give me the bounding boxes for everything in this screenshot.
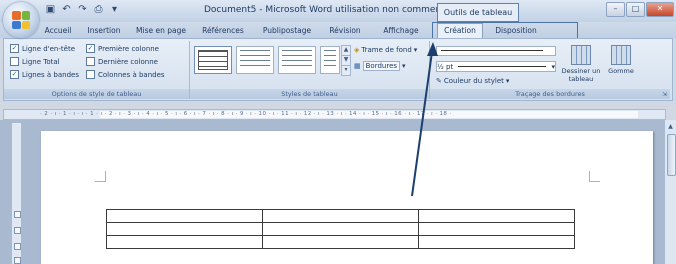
eraser-icon xyxy=(611,45,631,65)
office-logo-icon xyxy=(12,11,30,29)
checkbox-icon xyxy=(86,70,95,79)
shading-button[interactable]: ◈ Trame de fond ▾ xyxy=(354,46,417,54)
vertical-ruler[interactable] xyxy=(11,123,22,264)
option-banded-rows[interactable]: ✓ Lignes à bandes xyxy=(10,70,79,79)
table-row xyxy=(106,222,575,236)
tab-publipostage[interactable]: Publipostage xyxy=(258,24,316,38)
tab-mise-en-page[interactable]: Mise en page xyxy=(133,24,189,38)
table-style-light[interactable] xyxy=(236,46,274,74)
table-cell[interactable] xyxy=(106,235,263,249)
redo-icon[interactable]: ↷ xyxy=(76,3,89,16)
table-cell[interactable] xyxy=(106,209,263,223)
pen-icon: ✎ xyxy=(436,77,442,85)
maximize-button[interactable]: □ xyxy=(626,2,645,17)
context-tab-title: Outils de tableau xyxy=(437,3,519,22)
option-last-column[interactable]: Dernière colonne xyxy=(86,57,158,66)
scroll-up-icon[interactable]: ▲ xyxy=(666,122,675,131)
table-cell[interactable] xyxy=(106,222,263,236)
option-header-row[interactable]: ✓ Ligne d'en-tête xyxy=(10,44,75,53)
close-button[interactable]: ✕ xyxy=(646,2,674,17)
line-weight-dropdown[interactable]: ½ pt ▾ xyxy=(436,61,556,72)
dropdown-arrow-icon: ▾ xyxy=(505,77,510,85)
window-title: Document5 - Microsoft Word utilisation n… xyxy=(204,5,460,15)
tab-references[interactable]: Références xyxy=(197,24,249,38)
quick-access-toolbar: ▣ ↶ ↷ ⎙ ▾ xyxy=(44,3,121,16)
table-cell[interactable] xyxy=(418,209,575,223)
customize-icon[interactable]: ▾ xyxy=(108,3,121,16)
table-style-partial[interactable] xyxy=(320,46,340,74)
table-style-options-group: ✓ Ligne d'en-tête ✓ Première colonne Ligne… xyxy=(4,41,190,99)
line-style-dropdown[interactable] xyxy=(436,46,556,56)
group-label: Traçage des bordures xyxy=(430,89,670,99)
group-label: Options de style de tableau xyxy=(4,89,189,99)
table-cell[interactable] xyxy=(262,209,419,223)
option-banded-columns[interactable]: Colonnes à bandes xyxy=(86,70,165,79)
vertical-scrollbar[interactable]: ▲ xyxy=(664,120,676,264)
borders-button[interactable]: ▦ Bordures ▾ xyxy=(354,61,406,71)
minimize-button[interactable]: – xyxy=(606,2,625,17)
table-row xyxy=(106,209,575,223)
paint-bucket-icon: ◈ xyxy=(354,46,360,54)
horizontal-ruler[interactable]: · 2 · ı · 1 · ı · ı · 1 · ı · 2 · ı · 3 … xyxy=(3,109,666,120)
table-styles-group: ▲ ▼ ▾ ◈ Trame de fond ▾ ▦ Bordures ▾ Styles … xyxy=(190,41,430,99)
table-row xyxy=(106,235,575,249)
gallery-more-icon[interactable]: ▾ xyxy=(341,65,351,76)
dropdown-arrow-icon: ▾ xyxy=(551,62,555,71)
table-cell[interactable] xyxy=(262,222,419,236)
table-cell[interactable] xyxy=(262,235,419,249)
borders-icon: ▦ xyxy=(354,62,361,70)
table-cell[interactable] xyxy=(418,222,575,236)
eraser-button[interactable]: Gomme xyxy=(606,45,636,75)
draw-table-icon xyxy=(571,45,591,65)
document-table[interactable] xyxy=(106,209,575,249)
word-window: ▣ ↶ ↷ ⎙ ▾ Document5 - Microsoft Word uti… xyxy=(0,0,676,264)
ruler-ticks: · 2 · ı · 1 · ı · ı · 1 · ı · 2 · ı · 3 … xyxy=(40,111,452,117)
table-style-light-shading[interactable] xyxy=(278,46,316,74)
print-preview-icon[interactable]: ⎙ xyxy=(92,3,105,16)
checkbox-checked-icon: ✓ xyxy=(10,44,19,53)
office-button[interactable] xyxy=(3,2,39,38)
draw-table-button[interactable]: Dessiner un tableau xyxy=(560,45,602,83)
checkbox-icon xyxy=(10,57,19,66)
title-bar: ▣ ↶ ↷ ⎙ ▾ Document5 - Microsoft Word uti… xyxy=(0,0,676,22)
save-icon[interactable]: ▣ xyxy=(44,3,57,16)
dropdown-arrow-icon: ▾ xyxy=(402,62,406,70)
dropdown-arrow-icon: ▾ xyxy=(413,46,418,54)
checkbox-checked-icon: ✓ xyxy=(10,70,19,79)
context-tabs-highlight xyxy=(432,22,578,39)
ribbon: ✓ Ligne d'en-tête ✓ Première colonne Ligne… xyxy=(3,38,673,101)
table-cell[interactable] xyxy=(418,235,575,249)
dialog-launcher-icon[interactable]: ⇲ xyxy=(662,91,667,98)
option-first-column[interactable]: ✓ Première colonne xyxy=(86,44,159,53)
undo-icon[interactable]: ↶ xyxy=(60,3,73,16)
scroll-thumb[interactable] xyxy=(667,134,676,176)
tab-affichage[interactable]: Affichage xyxy=(378,24,424,38)
tab-revision[interactable]: Révision xyxy=(324,24,366,38)
tab-insertion[interactable]: Insertion xyxy=(84,24,124,38)
checkbox-icon xyxy=(86,57,95,66)
checkbox-checked-icon: ✓ xyxy=(86,44,95,53)
draw-borders-group: ½ pt ▾ ✎ Couleur du stylet ▾ Dessiner un ta… xyxy=(430,41,670,99)
pen-color-button[interactable]: ✎ Couleur du stylet ▾ xyxy=(436,77,509,85)
tab-accueil[interactable]: Accueil xyxy=(38,24,78,38)
option-total-row[interactable]: Ligne Total xyxy=(10,57,60,66)
table-style-grid[interactable] xyxy=(194,46,232,74)
group-label: Styles de tableau xyxy=(190,89,429,99)
